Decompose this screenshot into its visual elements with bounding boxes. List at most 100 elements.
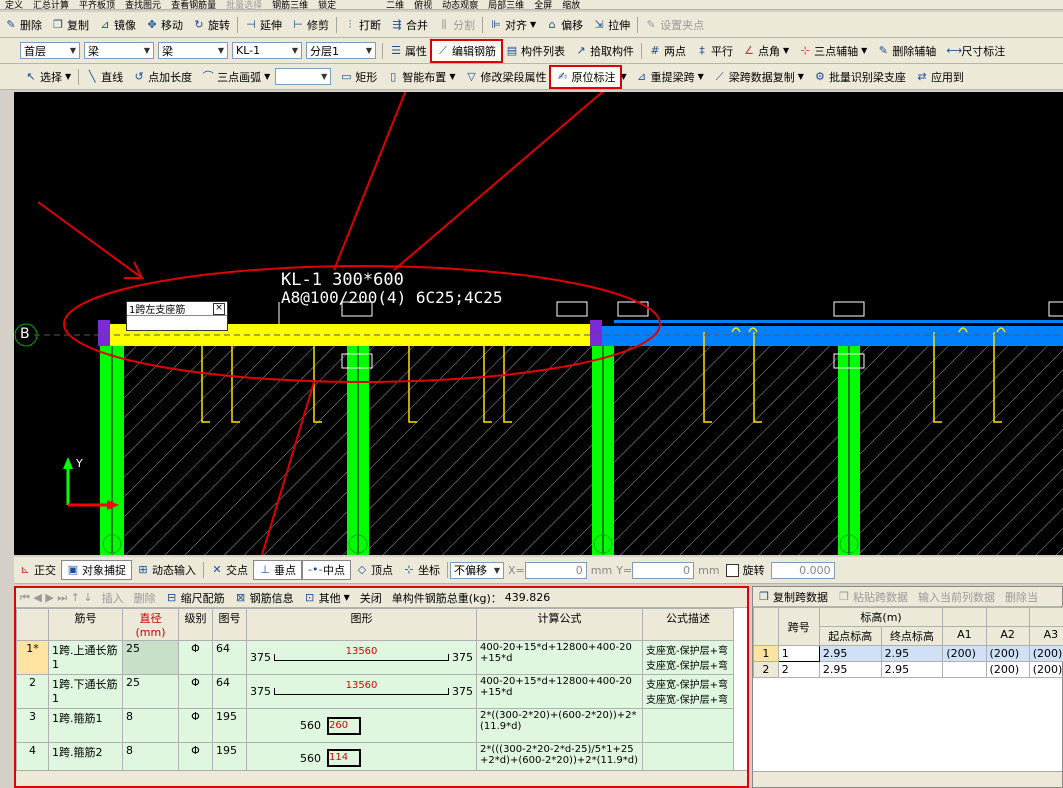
span-start-cell[interactable]: 2.95 xyxy=(818,661,882,678)
grade-cell[interactable]: Φ xyxy=(178,742,213,774)
row-number[interactable]: 1* xyxy=(16,640,49,675)
nav-first-icon[interactable]: ⏮ ◀ ▶ ⏭ ↑ ↓ xyxy=(16,591,97,605)
bar-name-cell[interactable]: 1跨.下通长筋1 xyxy=(48,674,123,709)
bar-name-cell[interactable]: 1跨.箍筋2 xyxy=(48,742,123,774)
point-length-button[interactable]: ↺ 点加长度 xyxy=(128,67,197,87)
x-input[interactable]: 0 xyxy=(524,561,587,579)
component-select[interactable]: KL-1 ▼ xyxy=(232,42,302,59)
modify-beam-segment-button[interactable]: ▽ 修改梁段属性 xyxy=(460,67,551,87)
diameter-cell[interactable]: 25 xyxy=(122,674,179,709)
description-cell[interactable] xyxy=(642,742,734,774)
diameter-cell[interactable]: 25 xyxy=(122,640,179,675)
row-number[interactable]: 2 xyxy=(16,674,49,709)
span-a1-cell[interactable]: (200) xyxy=(942,645,987,662)
span-row[interactable]: 1 1 2.95 2.95 (200) (200) (200) xyxy=(753,645,1063,662)
three-point-axis-button[interactable]: ⊹ 三点辅轴 ▼ xyxy=(794,41,872,61)
draw-option-select[interactable]: ▼ xyxy=(275,68,332,85)
2d-button[interactable]: 二维 xyxy=(381,0,409,9)
insert-button[interactable]: 插入 xyxy=(97,588,129,607)
properties-button[interactable]: ☰ 属性 xyxy=(385,41,432,61)
span-row-index[interactable]: 2 xyxy=(753,661,779,678)
break-button[interactable]: ⫶ 打断 xyxy=(339,15,386,35)
row-number[interactable]: 4 xyxy=(16,742,49,774)
close-icon[interactable]: × xyxy=(213,302,225,315)
span-a2-cell[interactable]: (200) xyxy=(985,661,1030,678)
dynamic-input-toggle[interactable]: ⊞ 动态输入 xyxy=(132,560,201,580)
span-end-cell[interactable]: 2.95 xyxy=(880,645,944,662)
shape-cell[interactable]: 375 13560 375 xyxy=(246,674,477,709)
three-point-arc-button[interactable]: ⌒ 三点画弧 ▼ xyxy=(197,67,275,87)
local-3d-button[interactable]: 局部三维 xyxy=(483,0,529,9)
trim-button[interactable]: ⊢ 修剪 xyxy=(287,15,334,35)
span-end-cell[interactable]: 2.95 xyxy=(880,661,944,678)
define-button[interactable]: 定义 xyxy=(0,0,28,9)
formula-cell[interactable]: 400-20+15*d+12800+400-20+15*d xyxy=(476,674,643,709)
perpendicular-snap[interactable]: ⊥ 垂点 xyxy=(253,560,302,580)
edit-rebar-button[interactable]: ⟋ 编辑钢筋 xyxy=(430,38,503,63)
paste-span-button[interactable]: ❐ 粘贴跨数据 xyxy=(833,587,913,606)
line-button[interactable]: ╲ 直线 xyxy=(81,67,128,87)
delete-current-button[interactable]: 删除当 xyxy=(1000,587,1043,606)
figure-cell[interactable]: 195 xyxy=(212,708,247,743)
pick-component-button[interactable]: ↗ 拾取构件 xyxy=(570,41,639,61)
rebar-table-hscroll[interactable] xyxy=(16,770,747,786)
in-situ-annotation-button[interactable]: ✍ 原位标注 xyxy=(549,64,623,89)
span-no-cell[interactable]: 2 xyxy=(777,661,820,678)
find-element-button[interactable]: 查找图元 xyxy=(120,0,166,9)
component-list-button[interactable]: ▤ 构件列表 xyxy=(501,41,570,61)
scale-rebar-button[interactable]: ⊟ 缩尺配筋 xyxy=(161,588,230,607)
dynamic-view-button[interactable]: 动态观察 xyxy=(437,0,483,9)
extend-button[interactable]: ⊣ 延伸 xyxy=(240,15,287,35)
re-extract-span-button[interactable]: ⊿ 重提梁跨 ▼ xyxy=(631,67,709,87)
span-a1-cell[interactable] xyxy=(942,661,987,678)
diameter-cell[interactable]: 8 xyxy=(122,742,179,774)
grade-cell[interactable]: Φ xyxy=(178,708,213,743)
mirror-button[interactable]: ⊿ 镜像 xyxy=(94,15,141,35)
coordinate-snap[interactable]: ⊹ 坐标 xyxy=(398,560,445,580)
midpoint-snap[interactable]: -•- 中点 xyxy=(302,560,351,580)
select-button[interactable]: ↖ 选择 ▼ xyxy=(20,67,76,87)
point-angle-button[interactable]: ∠ 点角 ▼ xyxy=(738,41,794,61)
batch-select-button[interactable]: 批量选择 xyxy=(221,0,267,9)
figure-cell[interactable]: 64 xyxy=(212,674,247,709)
formula-cell[interactable]: 400-20+15*d+12800+400-20+15*d xyxy=(476,640,643,675)
vertex-snap[interactable]: ◇ 顶点 xyxy=(351,560,398,580)
ortho-toggle[interactable]: ⊾ 正交 xyxy=(14,560,61,580)
span-a3-cell[interactable]: (200) xyxy=(1028,661,1063,678)
rebar-input-popup[interactable]: 1跨左支座筋 × xyxy=(126,301,228,331)
table-row[interactable]: 3 1跨.箍筋1 8 Φ 195 560 260 2*((300-2*20)+(… xyxy=(16,708,734,743)
description-cell[interactable] xyxy=(642,708,734,743)
rotate-input[interactable]: 0.000 xyxy=(770,561,835,579)
type-select[interactable]: 梁 ▼ xyxy=(158,42,228,59)
table-row[interactable]: 1* 1跨.上通长筋1 25 Φ 64 375 13560 375 400-20… xyxy=(16,640,734,675)
drawing-canvas[interactable]: KL-1 300*600 A8@100/200(4) 6C25;4C25 1跨左… xyxy=(14,92,1063,555)
span-no-cell[interactable]: 1 xyxy=(777,645,820,662)
rectangle-button[interactable]: ▭ 矩形 xyxy=(335,67,382,87)
diameter-cell[interactable]: 8 xyxy=(122,708,179,743)
grade-cell[interactable]: Φ xyxy=(178,674,213,709)
merge-button[interactable]: ⇶ 合并 xyxy=(386,15,433,35)
shape-cell[interactable]: 560 260 xyxy=(246,708,477,743)
figure-cell[interactable]: 195 xyxy=(212,742,247,774)
row-number[interactable]: 3 xyxy=(16,708,49,743)
layer-select[interactable]: 分层1 ▼ xyxy=(306,42,376,59)
set-grip-button[interactable]: ✎ 设置夹点 xyxy=(640,15,709,35)
description-cell[interactable]: 支座宽-保护层+弯 支座宽-保护层+弯 xyxy=(642,674,734,709)
move-button[interactable]: ✥ 移动 xyxy=(141,15,188,35)
rebar-delete-button[interactable]: 删除 xyxy=(129,588,161,607)
object-snap-toggle[interactable]: ▣ 对象捕捉 xyxy=(61,560,132,580)
close-panel-button[interactable]: 关闭 xyxy=(355,588,387,607)
two-point-axis-button[interactable]: # 两点 xyxy=(644,41,691,61)
rotate-button[interactable]: ↻ 旋转 xyxy=(188,15,235,35)
chevron-down-icon[interactable]: ▼ xyxy=(620,72,626,81)
offset-button[interactable]: ⌂ 偏移 xyxy=(541,15,588,35)
intersection-snap[interactable]: ✕ 交点 xyxy=(206,560,253,580)
span-a2-cell[interactable]: (200) xyxy=(985,645,1030,662)
formula-cell[interactable]: 2*(((300-2*20-2*d-25)/5*1+25+2*d)+(600-2… xyxy=(476,742,643,774)
shape-cell[interactable]: 375 13560 375 xyxy=(246,640,477,675)
stretch-button[interactable]: ⇲ 拉伸 xyxy=(588,15,635,35)
dimension-button[interactable]: ⟷ 尺寸标注 xyxy=(941,41,1010,61)
figure-cell[interactable]: 64 xyxy=(212,640,247,675)
table-row[interactable]: 4 1跨.箍筋2 8 Φ 195 560 114 2*(((300-2*20-2… xyxy=(16,742,734,774)
split-button[interactable]: ⫼ 分割 xyxy=(433,15,480,35)
